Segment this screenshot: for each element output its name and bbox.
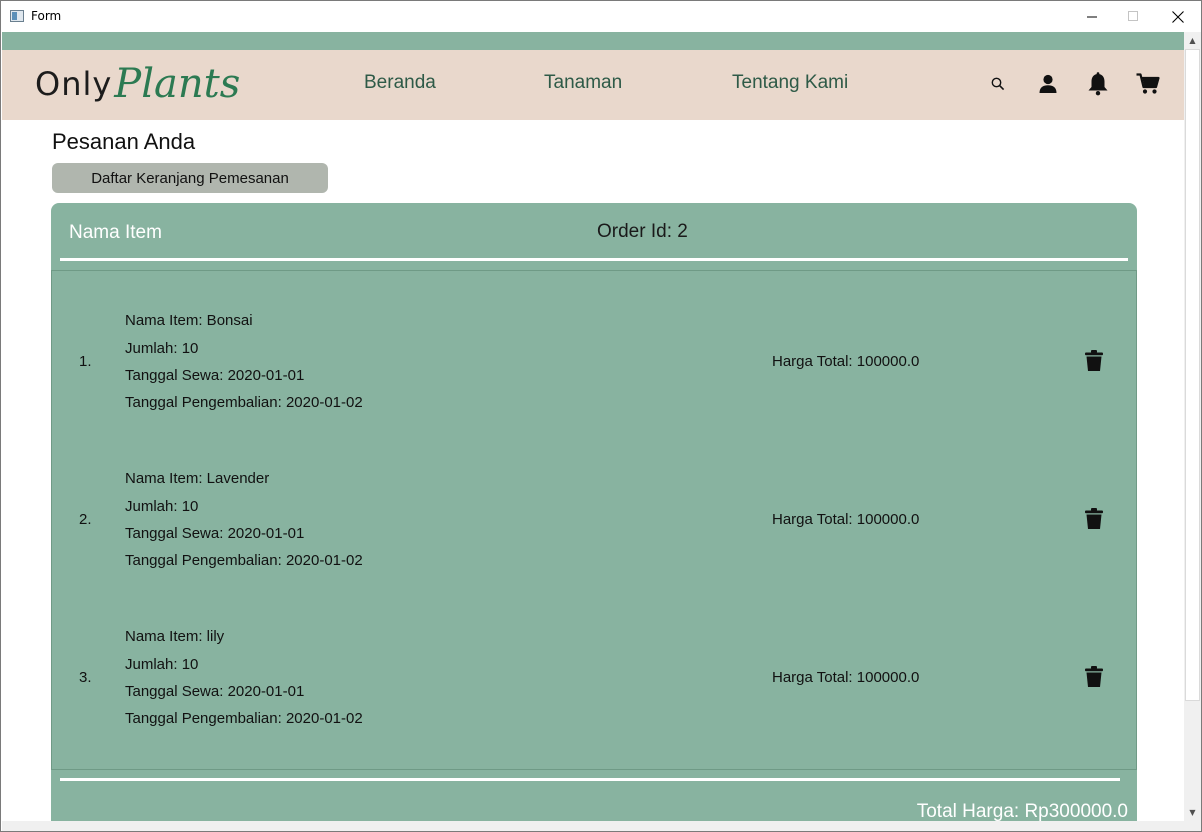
item-return-date: Tanggal Pengembalian: 2020-01-02 xyxy=(125,710,363,727)
logo-plants-text: Plants xyxy=(114,61,241,107)
trash-icon[interactable] xyxy=(1083,665,1105,689)
item-name: Nama Item: lily xyxy=(125,628,225,645)
minimize-icon xyxy=(1086,16,1097,18)
column-header-item-name: Nama Item xyxy=(69,222,162,243)
item-quantity: Jumlah: 10 xyxy=(125,498,199,515)
item-number: 1. xyxy=(79,353,92,370)
bell-icon[interactable] xyxy=(1084,70,1112,98)
item-rent-date: Tanggal Sewa: 2020-01-01 xyxy=(125,525,305,542)
scrollbar-thumb[interactable] xyxy=(1185,49,1200,701)
nav-link-beranda[interactable]: Beranda xyxy=(364,72,436,94)
item-rent-date: Tanggal Sewa: 2020-01-01 xyxy=(125,683,305,700)
item-total-price: Harga Total: 100000.0 xyxy=(772,353,920,370)
close-button[interactable] xyxy=(1155,1,1201,32)
divider xyxy=(60,258,1128,261)
logo[interactable]: Only Plants xyxy=(35,58,240,110)
horizontal-scrollbar[interactable] xyxy=(2,821,1201,831)
window-title: Form xyxy=(31,9,62,23)
item-name: Nama Item: Lavender xyxy=(125,470,270,487)
app-icon xyxy=(10,10,24,22)
navbar: Only Plants Beranda Tanaman Tentang Kami xyxy=(2,50,1184,120)
item-quantity: Jumlah: 10 xyxy=(125,340,199,357)
cart-list-button[interactable]: Daftar Keranjang Pemesanan xyxy=(52,163,328,193)
item-total-price: Harga Total: 100000.0 xyxy=(772,669,920,686)
trash-icon[interactable] xyxy=(1083,507,1105,531)
order-id-label: Order Id: 2 xyxy=(597,221,688,242)
divider xyxy=(60,778,1120,781)
item-number: 3. xyxy=(79,669,92,686)
list-item: 3. Nama Item: lily Jumlah: 10 Tanggal Se… xyxy=(52,620,1136,750)
list-item: 1. Nama Item: Bonsai Jumlah: 10 Tanggal … xyxy=(52,304,1136,434)
nav-link-tentang-kami[interactable]: Tentang Kami xyxy=(732,72,848,94)
item-return-date: Tanggal Pengembalian: 2020-01-02 xyxy=(125,394,363,411)
item-total-price: Harga Total: 100000.0 xyxy=(772,511,920,528)
maximize-button[interactable] xyxy=(1110,1,1156,32)
item-return-date: Tanggal Pengembalian: 2020-01-02 xyxy=(125,552,363,569)
app-window: Form Only Plants Beranda Tanaman Tentang… xyxy=(0,0,1202,832)
page-title: Pesanan Anda xyxy=(52,129,196,154)
order-panel: Nama Item Order Id: 2 1. Nama Item: Bons… xyxy=(51,203,1137,831)
title-bar: Form xyxy=(1,1,1201,32)
scroll-up-icon[interactable]: ▲ xyxy=(1184,32,1201,49)
top-accent-strip xyxy=(2,32,1184,50)
maximize-icon xyxy=(1127,11,1138,21)
item-quantity: Jumlah: 10 xyxy=(125,656,199,673)
minimize-button[interactable] xyxy=(1069,1,1115,32)
nav-link-tanaman[interactable]: Tanaman xyxy=(544,72,622,94)
scroll-down-icon[interactable]: ▼ xyxy=(1184,804,1201,821)
user-icon[interactable] xyxy=(1034,70,1062,98)
logo-only-text: Only xyxy=(35,65,113,103)
trash-icon[interactable] xyxy=(1083,349,1105,373)
vertical-scrollbar[interactable]: ▲ ▼ xyxy=(1184,32,1201,821)
item-name: Nama Item: Bonsai xyxy=(125,312,253,329)
list-item: 2. Nama Item: Lavender Jumlah: 10 Tangga… xyxy=(52,462,1136,592)
search-icon[interactable] xyxy=(984,70,1012,98)
total-price-label: Total Harga: Rp300000.0 xyxy=(916,801,1128,822)
cart-icon[interactable] xyxy=(1134,70,1162,98)
item-rent-date: Tanggal Sewa: 2020-01-01 xyxy=(125,367,305,384)
close-icon xyxy=(1172,10,1184,23)
order-item-list[interactable]: 1. Nama Item: Bonsai Jumlah: 10 Tanggal … xyxy=(51,270,1137,770)
item-number: 2. xyxy=(79,511,92,528)
